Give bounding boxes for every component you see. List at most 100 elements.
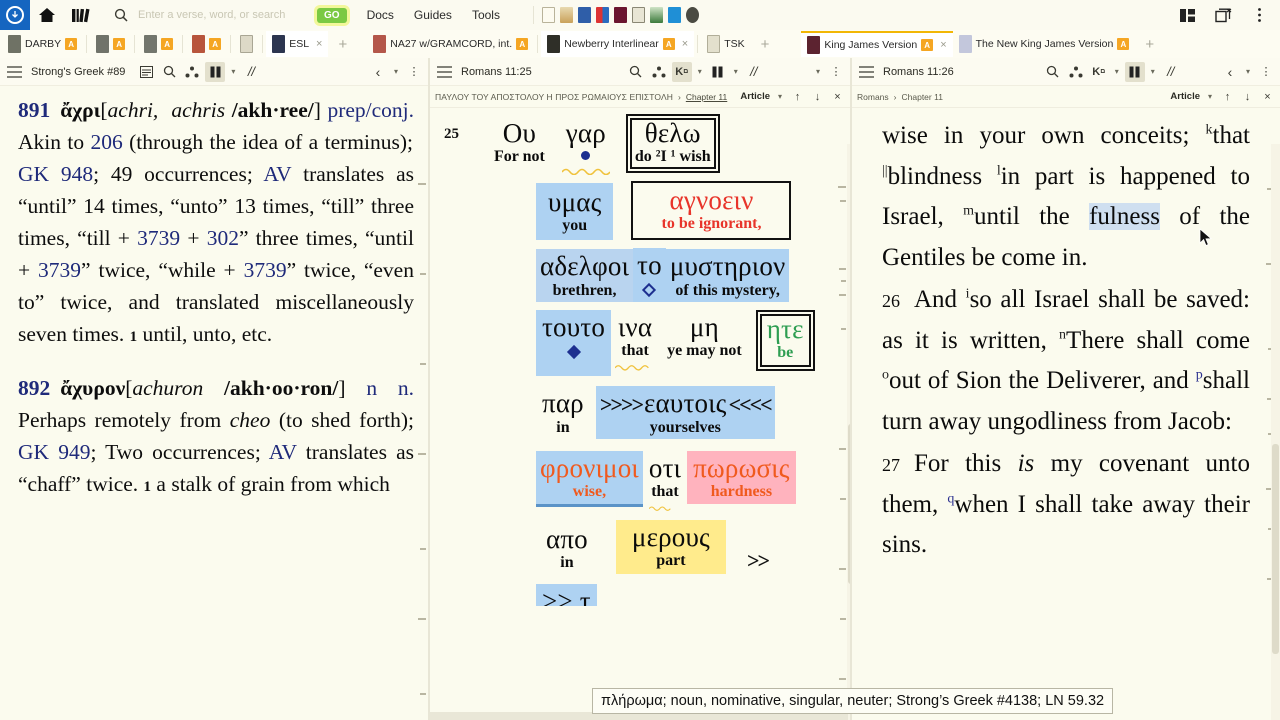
tab-stack-icon[interactable] [234,31,259,57]
word-cell-boxed[interactable]: ητε be [755,310,815,371]
word-cell[interactable]: >> [744,548,771,574]
tab-resource-4[interactable]: A [186,31,227,57]
parallel-icon[interactable] [205,61,226,82]
footnote-marker[interactable]: o [882,368,889,383]
search-icon[interactable] [104,0,138,30]
chevron-down-icon[interactable]: ▾ [228,67,238,76]
scrollbar-thumb[interactable] [1272,444,1279,654]
tab-resource-2[interactable]: A [90,31,131,57]
overflow-menu-icon[interactable] [1242,0,1276,30]
greek-keyboard-icon[interactable]: Kם [1089,62,1109,82]
add-tab-button[interactable]: + [328,36,357,53]
tab-king-james-version[interactable]: King James Version A × [801,31,953,57]
resource-icon-3[interactable] [577,7,591,23]
resource-icon-5[interactable] [613,7,627,23]
greek-word[interactable]: οτι [649,453,681,483]
parallel-icon[interactable] [708,62,728,82]
pane-title[interactable]: Romans 11:26 [883,66,954,78]
gk-number[interactable]: 948 [61,162,93,186]
greek-word[interactable]: απο [546,524,588,554]
hamburger-icon[interactable] [434,62,454,82]
arrow-down-icon[interactable]: ↓ [1240,91,1255,103]
cross-ref-3739-c[interactable]: 3739 [244,258,287,282]
tab-na27[interactable]: NA27 w/GRAMCORD, int. A [367,31,534,57]
nav-link-guides[interactable]: Guides [414,8,452,22]
chevron-down-icon[interactable]: ▾ [1205,92,1215,101]
link-icon[interactable]: // [241,62,261,82]
annotation-badge[interactable]: A [65,38,78,50]
interlinear-content[interactable]: 25 Ου For not γαρ θελω do ²I ¹ wish υμας… [430,108,850,720]
arrow-up-icon[interactable]: ↑ [1220,91,1235,103]
word-cell[interactable]: Ου For not [491,114,548,167]
greek-word[interactable]: το [637,250,662,280]
search-input[interactable] [138,4,313,26]
article-selector[interactable]: Article [740,91,770,102]
greek-word[interactable]: υμας [548,187,601,217]
nav-link-tools[interactable]: Tools [472,8,500,22]
word-cell[interactable]: τουτο [536,310,612,377]
word-subcell[interactable]: εαυτοις yourselves [642,388,729,437]
verse-number[interactable]: 27 [882,455,900,475]
chevron-down-icon[interactable]: ▾ [1243,67,1253,76]
add-tab-button[interactable]: + [751,36,780,53]
resource-icon-2[interactable] [559,7,573,23]
pane-title[interactable]: Romans 11:25 [461,66,532,78]
dictionary-content[interactable]: 891 ἄχρι[achri, achris /akh·ree/] prep/co… [0,86,428,720]
home-icon[interactable] [30,0,64,30]
chevron-down-icon[interactable]: ▾ [775,92,785,101]
hamburger-icon[interactable] [4,62,24,82]
overflow-menu-icon[interactable]: ⋮ [1256,62,1276,82]
pane-title[interactable]: Strong's Greek #89 [31,66,125,78]
graph-icon[interactable] [649,62,669,82]
search-area[interactable]: GO [104,4,347,26]
tab-darby[interactable]: DARBY A [0,31,83,57]
av-label[interactable]: AV [263,162,291,186]
tab-tsk[interactable]: TSK [701,31,750,57]
chevron-down-icon[interactable]: ▾ [695,67,705,76]
annotation-badge[interactable]: A [516,38,529,50]
arrow-down-icon[interactable]: ↓ [810,91,825,103]
av-label[interactable]: AV [269,440,297,464]
selected-word[interactable]: fulness [1089,203,1160,230]
search-icon[interactable] [159,62,179,82]
word-cell[interactable]: μερους part [615,519,726,575]
chevron-down-icon[interactable]: ▾ [731,67,741,76]
word-cell[interactable]: πωρωσις hardness [687,450,796,504]
arrow-up-icon[interactable]: ↑ [790,91,805,103]
book-name[interactable]: Romans [857,92,889,102]
cross-ref-302[interactable]: 302 [207,226,239,250]
chevron-down-icon[interactable]: ▾ [1148,67,1158,76]
chevron-down-icon[interactable]: ▾ [391,67,401,76]
resource-icon-8[interactable] [667,7,681,23]
panel-layout-icon[interactable] [1170,0,1204,30]
close-icon[interactable]: × [830,91,845,103]
greek-keyboard-icon[interactable]: Kם [671,61,692,82]
footnote-marker[interactable]: n [1059,327,1066,342]
right-pane-scrollbar[interactable] [1271,144,1280,720]
annotation-badge[interactable]: A [1117,38,1130,50]
article-selector[interactable]: Article [1170,91,1200,102]
greek-word[interactable]: αδελφοι [540,251,629,281]
word-cell[interactable]: >> τ [536,584,597,607]
greek-word[interactable]: ινα [618,312,652,342]
nav-link-docs[interactable]: Docs [367,8,394,22]
graph-icon[interactable] [1066,62,1086,82]
strongs-number[interactable]: 891 [18,98,50,122]
word-cell[interactable]: αδελφοι brethren, [536,249,634,303]
word-cell[interactable]: απο in [540,522,594,575]
close-icon[interactable]: × [682,38,688,50]
tab-new-king-james-version[interactable]: The New King James Version A [953,31,1136,57]
info-icon[interactable] [685,7,699,23]
resource-icon-1[interactable] [541,7,555,23]
chevron-down-icon[interactable]: ▾ [1112,67,1122,76]
footnote-marker[interactable]: k [1206,123,1213,138]
word-cell-boxed[interactable]: θελω do ²I ¹ wish [625,114,720,173]
nav-back-icon[interactable]: ‹ [368,62,388,82]
strongs-number[interactable]: 892 [18,376,50,400]
greek-word[interactable]: τουτο [542,312,605,342]
greek-word[interactable]: μερους [632,522,710,552]
add-tab-button[interactable]: + [1135,36,1164,53]
graph-icon[interactable] [182,62,202,82]
word-cell[interactable]: υμας you [536,183,614,240]
greek-word[interactable]: ητε [767,314,804,344]
